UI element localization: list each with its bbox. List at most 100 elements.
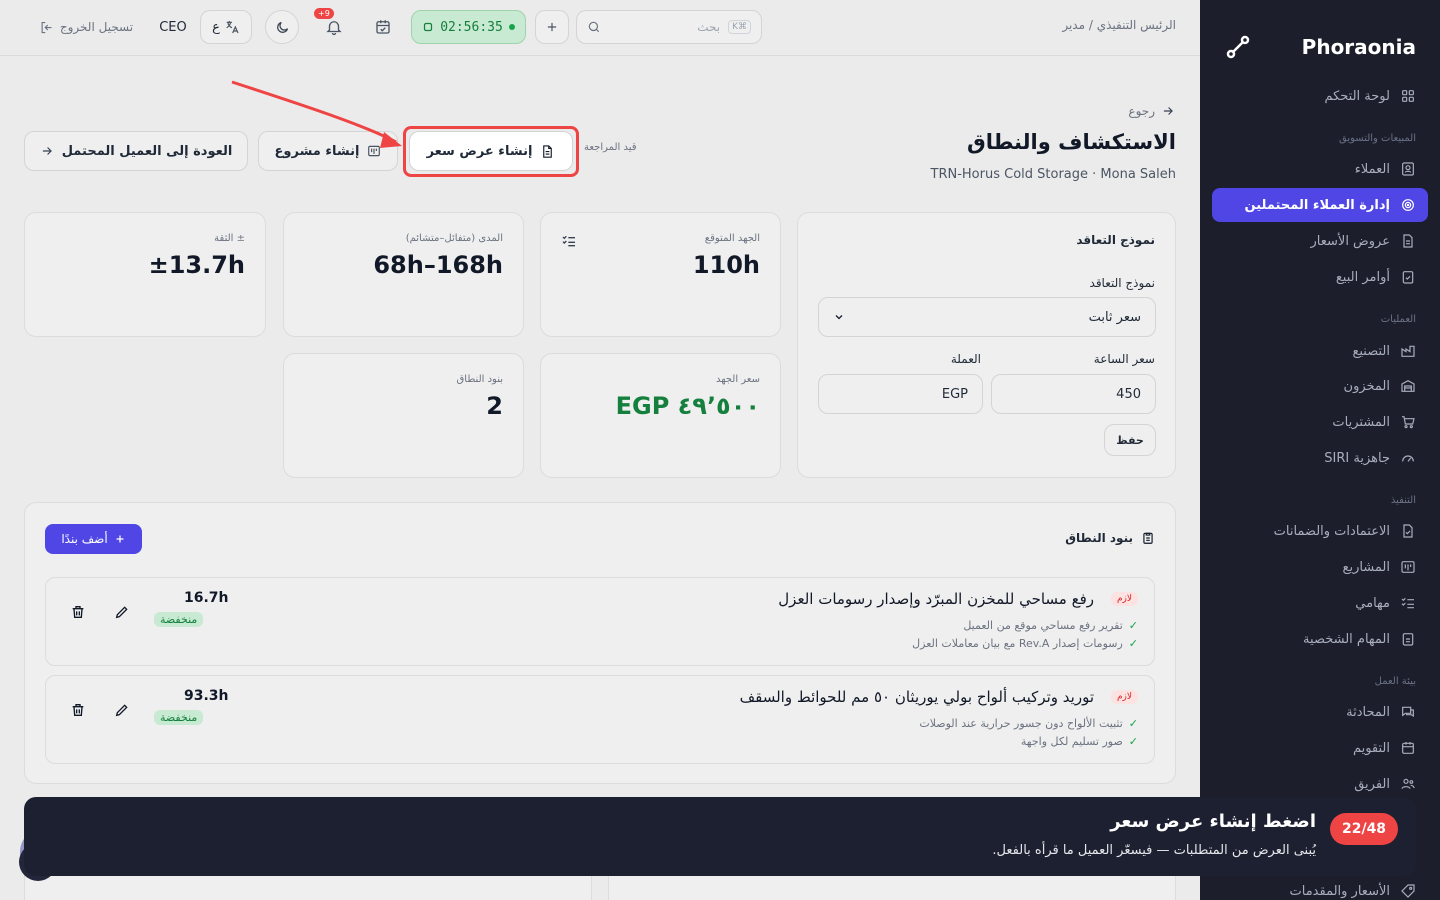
- required-badge: لازم: [1110, 592, 1138, 606]
- stat-price-value: EGP ٤٩٬٥٠٠: [615, 392, 760, 420]
- target-icon: [1400, 197, 1416, 213]
- hourly-rate-label: سعر الساعة: [1093, 352, 1155, 366]
- nav-section-work: بيئة العمل: [1374, 676, 1416, 687]
- add-item-label: أضف بندًا: [61, 532, 108, 546]
- clipboard-icon: [1400, 631, 1416, 647]
- user-role[interactable]: CEO: [152, 10, 194, 44]
- breadcrumb: الرئيس التنفيذي / مدير: [1062, 18, 1176, 32]
- file-icon: [1400, 233, 1416, 249]
- search-icon: [588, 21, 600, 33]
- save-button[interactable]: حفظ: [1104, 424, 1156, 456]
- delete-button[interactable]: [68, 700, 88, 720]
- sidebar-item-purchasing[interactable]: المشتريات: [1212, 405, 1428, 439]
- deliverable-item: ✓ رسومات إصدار Rev.A مع بيان معاملات العز…: [912, 637, 1138, 650]
- calendar-button[interactable]: [366, 10, 400, 44]
- delete-button[interactable]: [68, 602, 88, 622]
- file-check-icon: [1400, 523, 1416, 539]
- logout-button[interactable]: تسجيل الخروج: [30, 10, 142, 44]
- contract-model-label: نموذج التعاقد: [1089, 276, 1155, 290]
- timer-widget[interactable]: 02:56:35: [411, 10, 526, 44]
- back-to-lead-label: العودة إلى العميل المحتمل: [61, 143, 233, 159]
- stat-items-value: 2: [486, 392, 503, 420]
- sidebar-item-quotes[interactable]: عروض الأسعار: [1212, 224, 1428, 258]
- clipboard-check-icon: [1400, 269, 1416, 285]
- stat-effort-value: 110h: [692, 251, 760, 279]
- contract-model-value: سعر ثابت: [1088, 309, 1141, 325]
- check-icon: ✓: [1128, 717, 1138, 730]
- stat-card-price: سعر الجهد EGP ٤٩٬٥٠٠: [540, 353, 781, 478]
- sidebar-item-approvals[interactable]: الاعتمادات والضمانات: [1212, 514, 1428, 548]
- sidebar-item-calendar[interactable]: التقويم: [1212, 731, 1428, 765]
- sidebar-item-label: التصنيع: [1352, 343, 1390, 359]
- sidebar-item-label: الفريق: [1354, 776, 1390, 792]
- deliverable-item: ✓ صور تسليم لكل واجهة: [1021, 735, 1138, 748]
- add-button[interactable]: [535, 10, 569, 44]
- search-input[interactable]: بحث K⌘: [576, 10, 762, 44]
- nav-section-exec: التنفيذ: [1390, 495, 1416, 506]
- hourly-rate-input[interactable]: 450: [991, 374, 1156, 414]
- back-to-lead-button[interactable]: العودة إلى العميل المحتمل: [24, 131, 248, 171]
- search-placeholder: بحث: [697, 20, 721, 34]
- tour-arrow: [231, 80, 402, 148]
- stat-confidence-value: ±13.7h: [148, 251, 245, 279]
- trash-icon: [72, 704, 84, 716]
- timer-running-dot: [508, 24, 515, 30]
- users-icon: [1400, 776, 1416, 792]
- cart-icon: [1400, 414, 1416, 430]
- edit-button[interactable]: [112, 602, 132, 622]
- check-icon: ✓: [1128, 735, 1138, 748]
- scope-row[interactable]: لازم توريد وتركيب ألواح بولي يوريثان ٥٠ …: [45, 675, 1155, 764]
- nav-section-sales: المبيعات والتسويق: [1339, 133, 1416, 144]
- stat-card-effort: الجهد المتوقع 110h: [540, 212, 781, 337]
- deliverable-text: صور تسليم لكل واجهة: [1020, 735, 1123, 748]
- sidebar-item-dashboard[interactable]: لوحة التحكم: [1212, 79, 1428, 113]
- logout-label: تسجيل الخروج: [59, 20, 134, 34]
- scope-items-card: بنود النطاق أضف بندًا لازم رفع مساحي للم…: [24, 502, 1176, 784]
- page-title: الاستكشاف والنطاق: [966, 130, 1176, 154]
- check-icon: ✓: [1128, 619, 1138, 632]
- scope-row-hours: 16.7h: [184, 590, 229, 606]
- factory-icon: [1400, 343, 1416, 359]
- sidebar-item-pricing[interactable]: الأسعار والمقدمات: [1212, 874, 1428, 900]
- deliverable-text: تقرير رفع مساحي موقع من العميل: [963, 619, 1123, 632]
- stat-card-items: بنود النطاق 2: [283, 353, 524, 478]
- plus-icon: [116, 535, 124, 543]
- sidebar-item-projects[interactable]: المشاريع: [1212, 550, 1428, 584]
- top-header: الرئيس التنفيذي / مدير بحث K⌘ 02:56:35 +…: [0, 0, 1200, 56]
- trash-icon: [72, 606, 84, 618]
- edit-button[interactable]: [112, 700, 132, 720]
- sidebar-item-leads[interactable]: إدارة العملاء المحتملين: [1212, 188, 1428, 222]
- sidebar-item-inventory[interactable]: المخزون: [1212, 369, 1428, 403]
- sidebar-item-label: المشاريع: [1342, 559, 1390, 575]
- tour-title: اضغط إنشاء عرض سعر: [1110, 811, 1316, 832]
- contact-icon: [1400, 161, 1416, 177]
- sidebar-item-sales-orders[interactable]: أوامر البيع: [1212, 260, 1428, 294]
- language-toggle[interactable]: ع: [200, 10, 252, 44]
- sidebar-item-siri[interactable]: جاهزية SIRI: [1212, 441, 1428, 475]
- sidebar-item-personal-tasks[interactable]: المهام الشخصية: [1212, 622, 1428, 656]
- stat-card-confidence: ± الثقة ±13.7h: [24, 212, 266, 337]
- sidebar-item-team[interactable]: الفريق: [1212, 767, 1428, 801]
- warehouse-icon: [1400, 378, 1416, 394]
- back-link[interactable]: رجوع: [1128, 104, 1175, 118]
- page-subtitle: TRN-Horus Cold Storage · Mona Saleh: [930, 167, 1176, 182]
- stat-range-label: المدى (متفائل–متشائم): [405, 233, 503, 244]
- add-item-button[interactable]: أضف بندًا: [45, 524, 142, 554]
- arrow-right-icon: [1163, 107, 1173, 115]
- scope-row[interactable]: لازم رفع مساحي للمخزن المبرّد وإصدار رسو…: [45, 577, 1155, 666]
- contract-model-select[interactable]: سعر ثابت: [818, 297, 1156, 337]
- sidebar-item-manufacturing[interactable]: التصنيع: [1212, 334, 1428, 368]
- sidebar-item-label: العملاء: [1354, 161, 1390, 177]
- deliverable-text: رسومات إصدار Rev.A مع بيان معاملات العزل: [912, 637, 1123, 650]
- chat-icon: [1400, 704, 1416, 720]
- sidebar-item-customers[interactable]: العملاء: [1212, 152, 1428, 186]
- translate-icon: [226, 21, 239, 34]
- plus-icon: [547, 22, 557, 32]
- chevron-down-icon: [835, 315, 843, 320]
- theme-toggle[interactable]: [265, 10, 299, 44]
- sidebar-item-my-tasks[interactable]: مهامي: [1212, 586, 1428, 620]
- tour-step-counter: 22/48: [1330, 813, 1398, 845]
- currency-input[interactable]: EGP: [818, 374, 983, 414]
- required-badge: لازم: [1110, 690, 1138, 704]
- sidebar-item-chat[interactable]: المحادثة: [1212, 695, 1428, 729]
